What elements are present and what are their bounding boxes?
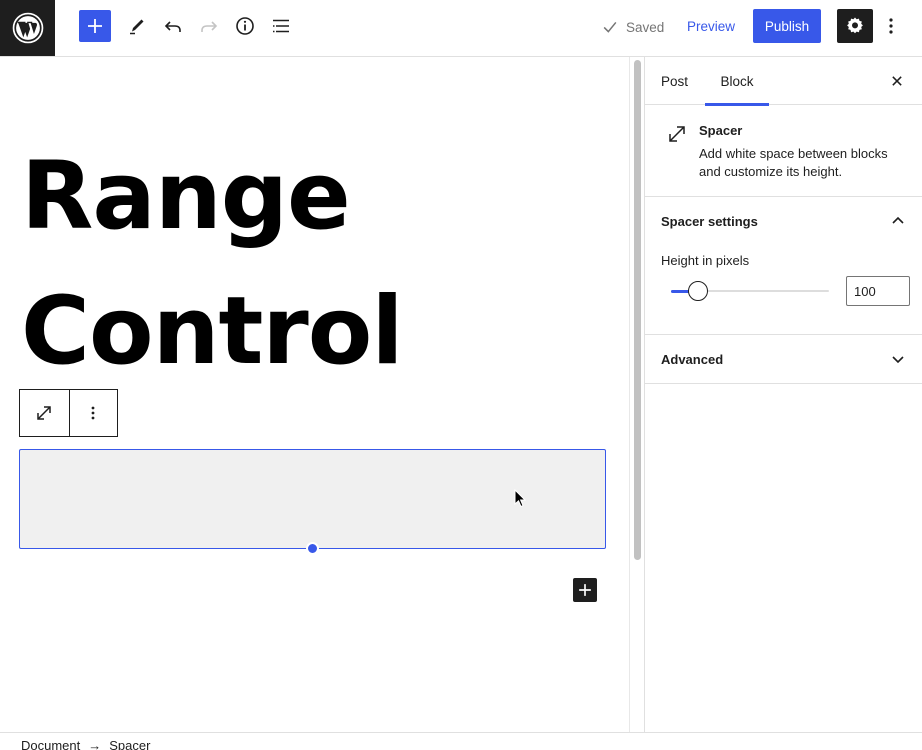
- editor-canvas[interactable]: Range Control: [0, 57, 629, 732]
- list-view-icon: [273, 19, 289, 33]
- advanced-panel: Advanced: [645, 335, 922, 384]
- chevron-up-icon: [892, 216, 904, 224]
- block-toolbar: [19, 389, 118, 437]
- spacer-resize-handle[interactable]: [306, 542, 319, 555]
- more-options-button[interactable]: [879, 10, 903, 42]
- sidebar-tabs: Post Block: [645, 57, 922, 106]
- post-title-line-2[interactable]: Control: [21, 285, 404, 379]
- chevron-down-icon: [892, 356, 904, 364]
- breadcrumb: Document → Spacer: [0, 732, 922, 750]
- breadcrumb-document[interactable]: Document: [21, 738, 80, 750]
- redo-button[interactable]: [193, 10, 225, 42]
- preview-button[interactable]: Preview: [678, 10, 744, 43]
- settings-sidebar: Post Block Spacer Add white space betwee…: [644, 57, 922, 732]
- height-label: Height in pixels: [661, 253, 750, 268]
- list-view-button[interactable]: [265, 10, 297, 42]
- editor-header: Saved Preview Publish: [0, 0, 922, 57]
- spacer-settings-title: Spacer settings: [661, 213, 758, 229]
- breadcrumb-arrow-icon: →: [88, 738, 102, 750]
- info-icon: [236, 17, 254, 35]
- add-block-button[interactable]: [573, 578, 597, 602]
- post-title-line-1[interactable]: Range: [21, 150, 351, 244]
- resize-arrows-icon: [669, 126, 685, 142]
- block-card: Spacer Add white space between blocks an…: [645, 105, 922, 197]
- advanced-toggle[interactable]: Advanced: [645, 335, 922, 383]
- height-slider-thumb[interactable]: [687, 281, 708, 301]
- more-vertical-icon: [91, 406, 95, 420]
- redo-icon: [201, 21, 218, 32]
- saved-status: Saved: [600, 17, 664, 37]
- more-vertical-icon: [889, 18, 893, 34]
- spacer-settings-panel: Spacer settings Height in pixels: [645, 197, 922, 335]
- resize-arrows-icon: [37, 406, 51, 420]
- details-button[interactable]: [229, 10, 261, 42]
- plus-icon: [88, 19, 102, 33]
- block-inserter-button[interactable]: [79, 10, 111, 42]
- tab-post[interactable]: Post: [661, 57, 688, 105]
- editor-scrollbar[interactable]: [629, 57, 644, 732]
- undo-button[interactable]: [157, 10, 189, 42]
- block-card-description: Add white space between blocks and custo…: [699, 146, 888, 179]
- breadcrumb-spacer[interactable]: Spacer: [109, 738, 150, 750]
- undo-icon: [164, 21, 181, 32]
- settings-button[interactable]: [837, 9, 873, 43]
- pencil-icon: [130, 19, 144, 35]
- gear-icon: [847, 17, 863, 34]
- wordpress-icon: [12, 12, 43, 44]
- tab-block[interactable]: Block: [705, 57, 769, 106]
- height-input[interactable]: [846, 276, 910, 306]
- plus-icon: [579, 584, 591, 596]
- close-sidebar-button[interactable]: [886, 70, 908, 92]
- close-icon: [892, 76, 902, 86]
- mouse-cursor-icon: [514, 489, 527, 508]
- spacer-settings-toggle[interactable]: Spacer settings: [645, 197, 922, 245]
- scrollbar-thumb[interactable]: [634, 60, 641, 560]
- tools-button[interactable]: [121, 10, 153, 42]
- block-options-button[interactable]: [68, 390, 118, 436]
- wordpress-logo-button[interactable]: [0, 0, 55, 56]
- block-type-button[interactable]: [20, 390, 69, 436]
- block-card-title: Spacer: [699, 123, 743, 138]
- advanced-title: Advanced: [661, 351, 724, 367]
- check-icon: [603, 21, 617, 33]
- publish-button[interactable]: Publish: [753, 9, 821, 43]
- saved-label: Saved: [626, 19, 665, 35]
